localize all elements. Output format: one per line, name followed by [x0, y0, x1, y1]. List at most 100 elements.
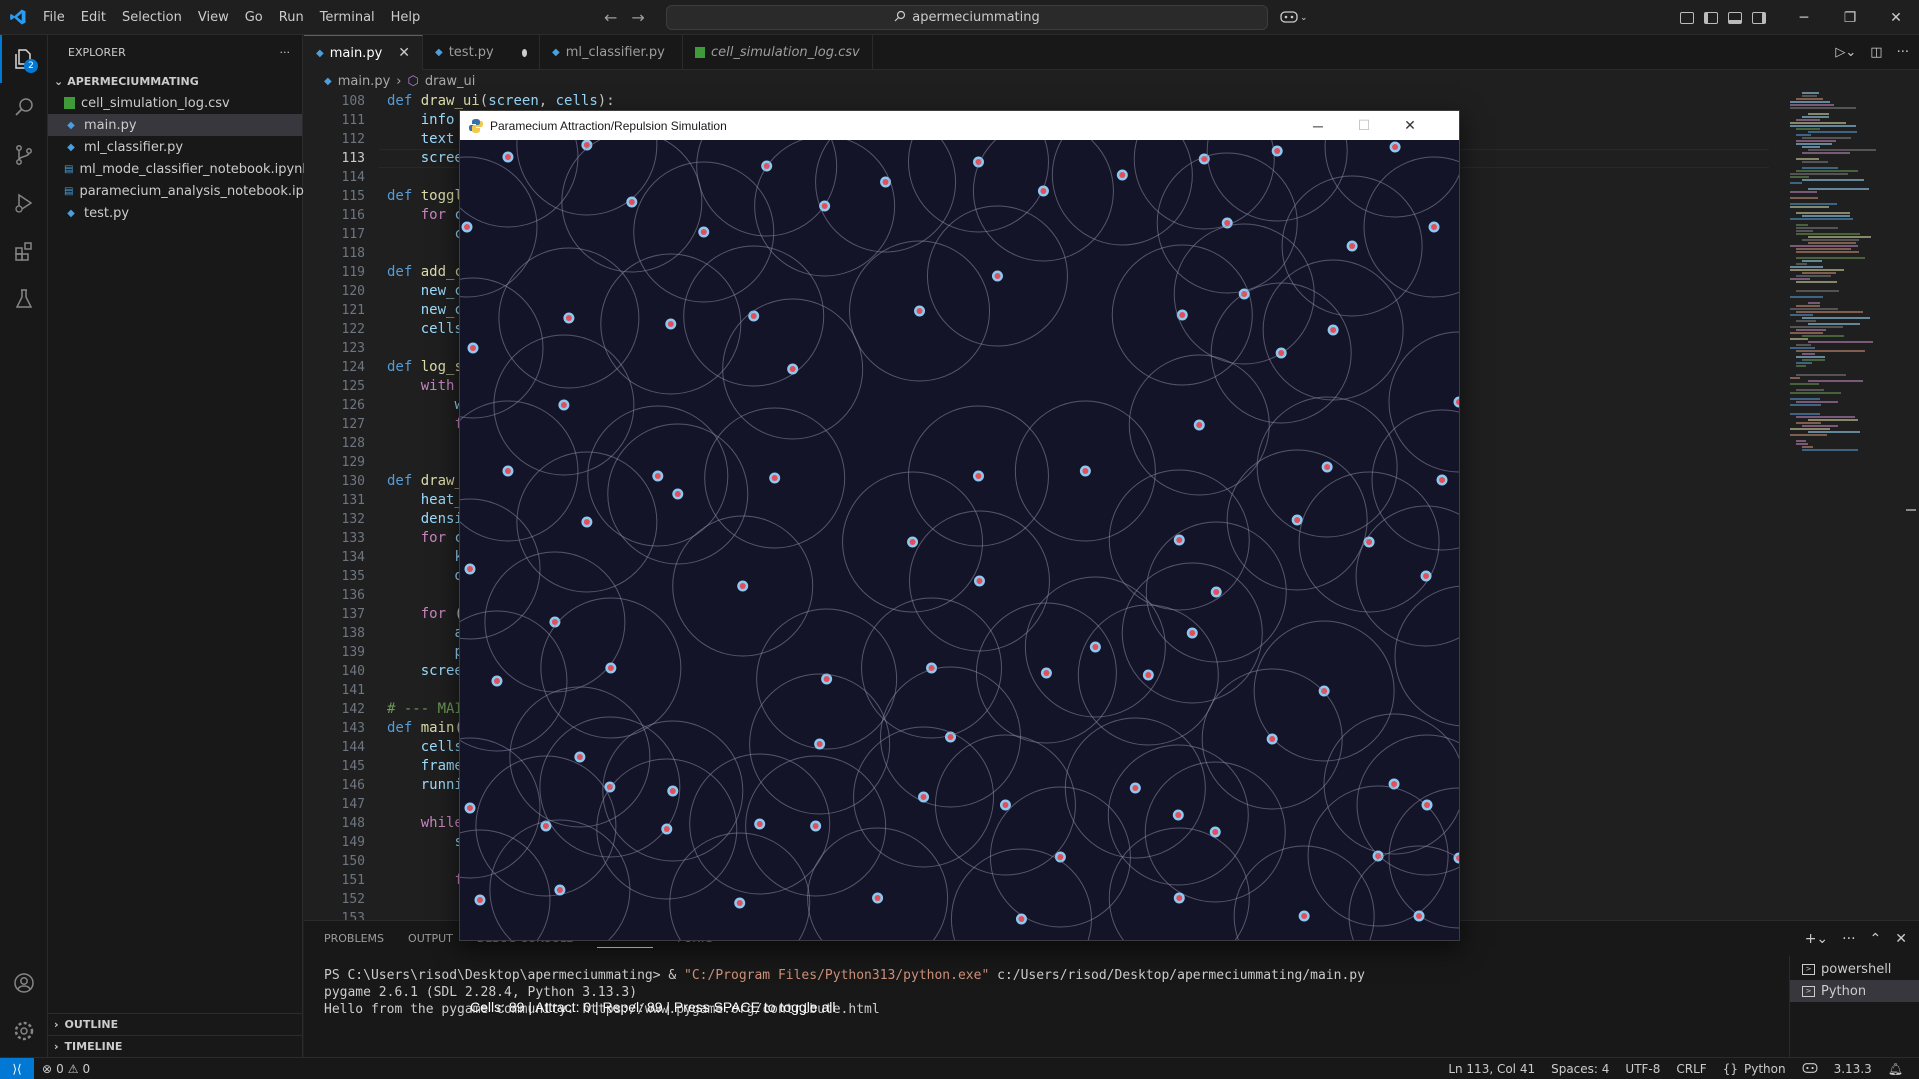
- cursor-position[interactable]: Ln 113, Col 41: [1440, 1062, 1543, 1076]
- minimap-line: [1796, 233, 1861, 235]
- testing-flask-icon[interactable]: [0, 275, 48, 323]
- pygame-title-bar[interactable]: Paramecium Attraction/Repulsion Simulati…: [460, 111, 1459, 140]
- menu-go[interactable]: Go: [237, 0, 271, 35]
- code-line[interactable]: 108 def draw_ui(screen, cells):: [304, 92, 1774, 111]
- indentation[interactable]: Spaces: 4: [1543, 1062, 1617, 1076]
- toggle-sidebar-icon[interactable]: [1704, 11, 1718, 24]
- line-number: 115: [341, 189, 365, 204]
- minimize-icon[interactable]: ─: [1781, 0, 1827, 35]
- terminal-python[interactable]: > Python: [1790, 980, 1919, 1002]
- customize-layout-icon[interactable]: [1680, 11, 1694, 24]
- maximize-icon[interactable]: ☐: [1341, 111, 1387, 140]
- breadcrumb-symbol[interactable]: draw_ui: [425, 74, 476, 89]
- warning-count: 0: [82, 1061, 91, 1076]
- panel-actions: +⌄ ··· ⌃ ✕: [1805, 921, 1907, 956]
- menu-file[interactable]: File: [35, 0, 73, 35]
- close-tab-icon[interactable]: ✕: [398, 45, 410, 61]
- tab-main-py[interactable]: ◆ main.py ✕: [304, 35, 423, 70]
- account-icon[interactable]: [0, 959, 48, 1007]
- terminal-arg: c:/Users/risod/Desktop/apermeciummating/…: [989, 968, 1365, 983]
- end-of-line[interactable]: CRLF: [1668, 1062, 1714, 1076]
- problems-status[interactable]: ⊗ 0 ⚠ 0: [34, 1062, 98, 1076]
- tab-ml-classifier[interactable]: ◆ ml_classifier.py: [540, 35, 683, 70]
- run-file-icon[interactable]: ▷⌄: [1835, 45, 1856, 60]
- cell-nucleus: [1423, 573, 1430, 579]
- file-item-cell-simulation-log[interactable]: cell_simulation_log.csv: [48, 92, 302, 114]
- simulation-canvas[interactable]: [460, 140, 1459, 940]
- maximize-panel-icon[interactable]: ⌃: [1870, 931, 1882, 947]
- paramecium-cell: [908, 510, 1050, 652]
- menu-help[interactable]: Help: [383, 0, 429, 35]
- toggle-secondary-sidebar-icon[interactable]: [1752, 11, 1766, 24]
- file-item-ml-mode-notebook[interactable]: ▤ ml_mode_classifier_notebook.ipynb: [48, 158, 311, 180]
- settings-gear-icon[interactable]: [0, 1007, 48, 1055]
- paramecium-cell: [1355, 505, 1459, 647]
- extensions-icon[interactable]: [0, 227, 48, 275]
- encoding[interactable]: UTF-8: [1617, 1062, 1668, 1076]
- paramecium-cell: [1133, 140, 1275, 230]
- back-arrow-icon[interactable]: ←: [604, 8, 617, 27]
- line-number: 118: [341, 246, 365, 261]
- tab-problems[interactable]: PROBLEMS: [324, 932, 384, 945]
- more-actions-icon[interactable]: ···: [280, 46, 291, 59]
- line-number: 125: [341, 379, 365, 394]
- forward-arrow-icon[interactable]: →: [631, 8, 644, 27]
- remote-indicator-icon[interactable]: ⟩⟨: [0, 1057, 34, 1079]
- tab-cell-simulation-log[interactable]: cell_simulation_log.csv: [683, 35, 873, 70]
- minimap-line: [1808, 380, 1864, 382]
- minimap[interactable]: [1790, 92, 1900, 452]
- split-editor-icon[interactable]: ◫: [1870, 45, 1882, 60]
- file-item-ml-classifier[interactable]: ◆ ml_classifier.py: [48, 136, 302, 158]
- more-actions-icon[interactable]: ···: [1897, 45, 1909, 60]
- cell-nucleus: [1416, 913, 1423, 919]
- toggle-panel-icon[interactable]: [1728, 11, 1742, 24]
- file-item-paramecium-notebook[interactable]: ▤ paramecium_analysis_notebook.ipynb: [48, 180, 328, 202]
- interaction-radius: [1133, 140, 1275, 230]
- copilot-status-icon[interactable]: [1794, 1062, 1826, 1077]
- file-item-test-py[interactable]: ◆ test.py: [48, 202, 302, 224]
- paramecium-cell: [1145, 521, 1287, 663]
- paramecium-cell: [807, 827, 949, 940]
- restore-icon[interactable]: ❐: [1827, 0, 1873, 35]
- close-icon[interactable]: ✕: [1873, 0, 1919, 35]
- source-control-icon[interactable]: [0, 131, 48, 179]
- language-mode[interactable]: {} Python: [1715, 1062, 1794, 1076]
- python-file-icon: ◆: [67, 119, 75, 131]
- editor-scrollbar[interactable]: [1904, 92, 1918, 920]
- menu-edit[interactable]: Edit: [73, 0, 114, 35]
- minimap-line: [1796, 329, 1827, 331]
- terminal-powershell[interactable]: > powershell: [1790, 958, 1919, 980]
- cell-nucleus: [504, 154, 511, 160]
- minimap-line: [1802, 215, 1851, 217]
- tab-test-py[interactable]: ◆ test.py: [423, 35, 540, 70]
- more-actions-icon[interactable]: ···: [1842, 931, 1855, 947]
- close-panel-icon[interactable]: ✕: [1895, 931, 1907, 947]
- python-version[interactable]: 3.13.3: [1826, 1062, 1880, 1076]
- explorer-icon[interactable]: 2: [0, 35, 48, 83]
- command-center-search[interactable]: apermeciummating: [666, 5, 1268, 30]
- timeline-section[interactable]: › TIMELINE: [48, 1035, 303, 1057]
- minimap-line: [1802, 152, 1851, 154]
- copilot-button[interactable]: ⌄: [1280, 6, 1312, 30]
- file-item-main-py[interactable]: ◆ main.py: [48, 114, 302, 136]
- outline-section[interactable]: › OUTLINE: [48, 1013, 303, 1035]
- python-file-icon: ◆: [67, 141, 75, 153]
- minimap-line: [1796, 416, 1856, 418]
- breadcrumb-file[interactable]: main.py: [338, 74, 391, 89]
- notifications-bell-icon[interactable]: 🔔︎: [1880, 1062, 1911, 1076]
- cell-nucleus: [583, 519, 590, 525]
- minimize-icon[interactable]: ─: [1295, 111, 1341, 140]
- new-terminal-icon[interactable]: +⌄: [1805, 931, 1828, 947]
- close-icon[interactable]: ✕: [1387, 111, 1433, 140]
- menu-selection[interactable]: Selection: [114, 0, 190, 35]
- tab-output[interactable]: OUTPUT: [408, 932, 453, 945]
- simulation-status-text: Cells: 89 | Attract: 0 | Repel: 89 | Pre…: [470, 999, 836, 1015]
- search-view-icon[interactable]: [0, 83, 48, 131]
- folder-header[interactable]: ⌄ APERMECIUMMATING: [48, 70, 302, 92]
- menu-terminal[interactable]: Terminal: [312, 0, 383, 35]
- menu-run[interactable]: Run: [271, 0, 312, 35]
- menu-view[interactable]: View: [190, 0, 237, 35]
- run-debug-icon[interactable]: [0, 179, 48, 227]
- file-label: main.py: [84, 117, 137, 133]
- line-number: 142: [341, 702, 365, 717]
